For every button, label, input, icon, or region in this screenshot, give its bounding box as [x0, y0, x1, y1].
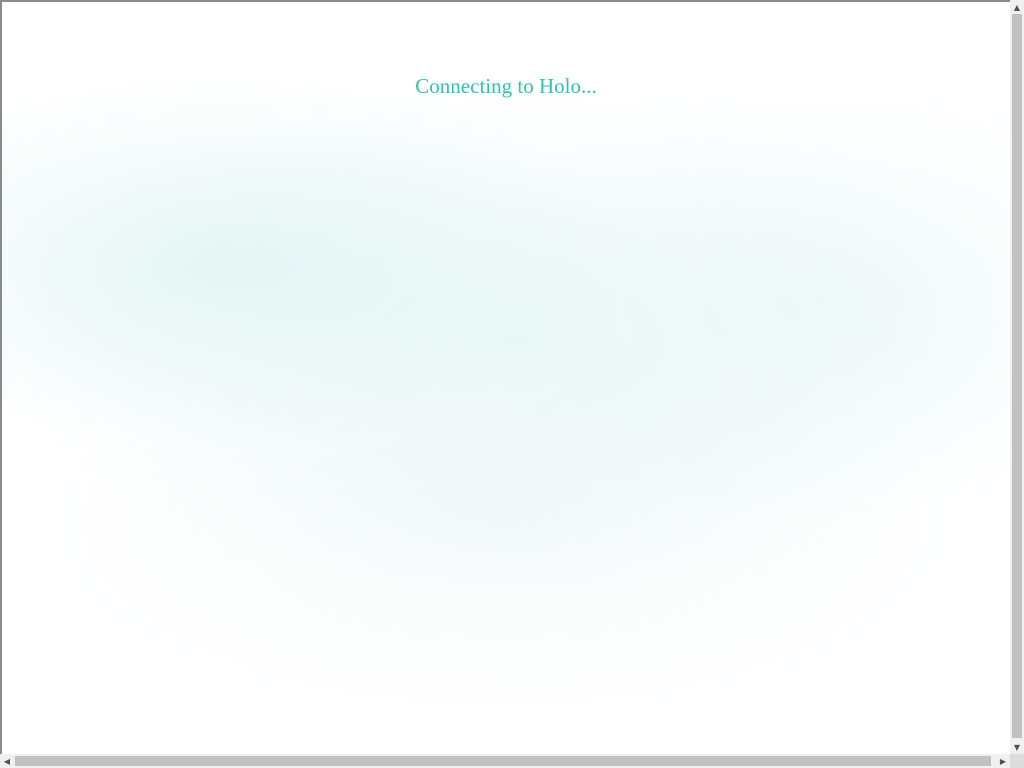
- vertical-scrollbar-thumb[interactable]: [1012, 14, 1022, 738]
- vertical-scrollbar[interactable]: ▲ ▼: [1010, 0, 1024, 754]
- page-viewport: Connecting to Holo...: [0, 0, 1024, 768]
- triangle-up-icon[interactable]: ▲: [1010, 0, 1024, 14]
- triangle-down-icon[interactable]: ▼: [1010, 740, 1024, 754]
- triangle-right-icon[interactable]: ▶: [996, 754, 1010, 768]
- background-glow: [2, 2, 1010, 754]
- triangle-left-icon[interactable]: ◀: [0, 754, 14, 768]
- scrollbar-corner: [1010, 754, 1024, 768]
- horizontal-scrollbar[interactable]: ◀ ▶: [0, 754, 1010, 768]
- connecting-status-text: Connecting to Holo...: [415, 74, 597, 98]
- horizontal-scrollbar-thumb[interactable]: [15, 756, 991, 766]
